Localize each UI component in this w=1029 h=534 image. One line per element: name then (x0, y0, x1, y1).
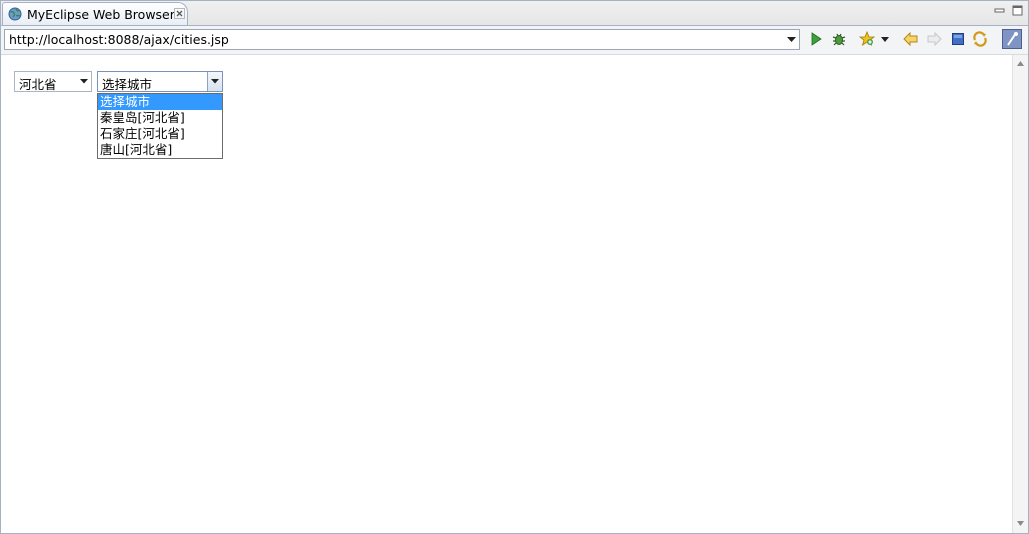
refresh-icon[interactable] (972, 31, 988, 47)
city-options-list: 选择城市 秦皇岛[河北省] 石家庄[河北省] 唐山[河北省] (97, 93, 223, 159)
chevron-down-icon (80, 79, 88, 84)
favorites-icon[interactable] (859, 31, 875, 47)
chevron-down-icon[interactable] (880, 31, 890, 47)
tab-web-browser[interactable]: MyEclipse Web Browser (2, 2, 188, 25)
globe-icon (8, 7, 22, 21)
url-input[interactable]: http://localhost:8088/ajax/cities.jsp (4, 29, 800, 50)
url-text: http://localhost:8088/ajax/cities.jsp (9, 32, 229, 47)
scroll-up-icon[interactable] (1017, 61, 1024, 66)
tab-strip: MyEclipse Web Browser (1, 1, 1028, 26)
minimize-icon[interactable] (994, 5, 1005, 16)
settings-icon[interactable] (1002, 29, 1022, 49)
city-select-dropdown-button[interactable] (207, 72, 222, 91)
city-select-value: 选择城市 (102, 77, 153, 92)
forward-icon[interactable] (926, 31, 942, 47)
city-option[interactable]: 秦皇岛[河北省] (98, 110, 222, 126)
city-option[interactable]: 石家庄[河北省] (98, 126, 222, 142)
chevron-down-icon[interactable] (787, 37, 796, 43)
city-select[interactable]: 选择城市 (97, 71, 223, 92)
maximize-icon[interactable] (1012, 5, 1023, 16)
tab-title: MyEclipse Web Browser (27, 7, 175, 22)
chevron-down-icon (211, 79, 219, 84)
close-icon[interactable] (174, 8, 185, 19)
back-icon[interactable] (903, 31, 919, 47)
run-icon[interactable] (808, 31, 824, 47)
browser-window: MyEclipse Web Browser http://localhost:8… (0, 0, 1029, 534)
vertical-scrollbar[interactable] (1012, 55, 1028, 533)
debug-icon[interactable] (831, 31, 847, 47)
city-option[interactable]: 唐山[河北省] (98, 142, 222, 158)
province-select-value: 河北省 (19, 77, 57, 92)
stop-icon[interactable] (950, 31, 966, 47)
city-option[interactable]: 选择城市 (98, 94, 222, 110)
province-select[interactable]: 河北省 (14, 71, 92, 92)
scroll-down-icon[interactable] (1017, 521, 1024, 526)
browser-toolbar: http://localhost:8088/ajax/cities.jsp (1, 26, 1028, 55)
